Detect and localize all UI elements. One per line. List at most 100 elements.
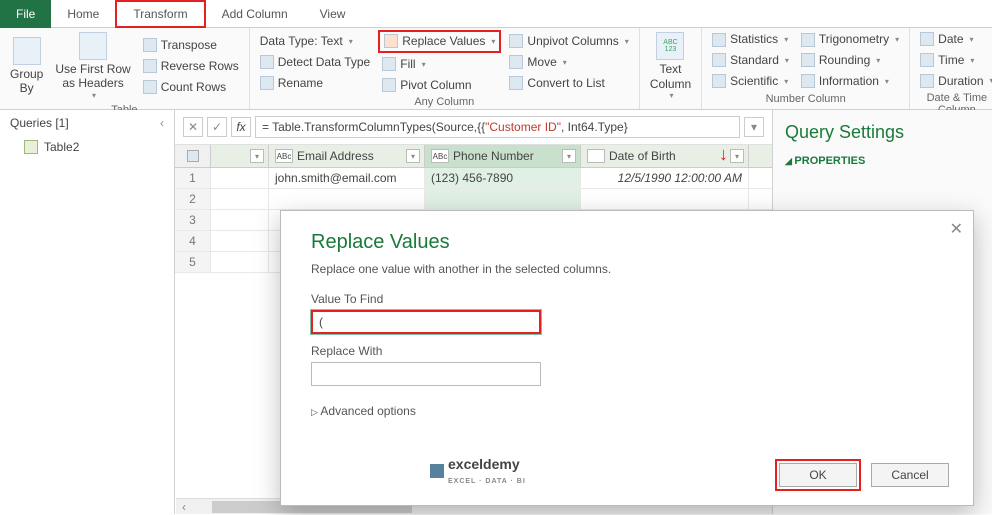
- properties-section[interactable]: PROPERTIES: [785, 155, 980, 167]
- column-header-dob[interactable]: Date of Birth▾: [581, 145, 749, 167]
- cell-dob: 12/5/1990 12:00:00 AM: [581, 168, 749, 188]
- col-dropdown-icon[interactable]: ▾: [250, 149, 264, 163]
- group-by-button[interactable]: Group By: [6, 35, 47, 98]
- tab-file[interactable]: File: [0, 0, 51, 28]
- column-header-email[interactable]: ABcEmail Address▾: [269, 145, 425, 167]
- tab-transform[interactable]: Transform: [115, 0, 205, 28]
- cell-email: john.smith@email.com: [269, 168, 425, 188]
- dialog-close-button[interactable]: ✕: [950, 219, 963, 239]
- group-label-anycol: Any Column: [256, 94, 633, 110]
- transpose-button[interactable]: Transpose: [139, 36, 243, 55]
- move-button[interactable]: Move: [505, 53, 632, 72]
- pivot-button[interactable]: Pivot Column: [378, 76, 501, 95]
- formula-bar: ✕ ✓ fx = Table.TransformColumnTypes(Sour…: [175, 110, 772, 145]
- standard-icon: [712, 53, 726, 67]
- scientific-button[interactable]: Scientific: [708, 72, 793, 91]
- cancel-button[interactable]: Cancel: [871, 463, 949, 487]
- watermark: exceldemyEXCEL · DATA · BI: [430, 456, 526, 486]
- table-row[interactable]: 1 john.smith@email.com (123) 456-7890 12…: [175, 168, 772, 189]
- rename-icon: [260, 76, 274, 90]
- advanced-options-toggle[interactable]: Advanced options: [311, 404, 943, 418]
- count-rows-button[interactable]: Count Rows: [139, 78, 243, 97]
- list-icon: [509, 76, 523, 90]
- fill-button[interactable]: Fill: [378, 55, 501, 74]
- type-text-icon[interactable]: ABc: [275, 149, 293, 163]
- duration-icon: [920, 74, 934, 88]
- text-column-button[interactable]: ABC 123Text Column: [646, 30, 695, 102]
- table-icon: [24, 140, 38, 154]
- cancel-fx-button[interactable]: ✕: [183, 117, 203, 137]
- headers-icon: [79, 32, 107, 60]
- grid-corner[interactable]: [175, 145, 211, 167]
- tab-view[interactable]: View: [304, 0, 362, 28]
- find-label: Value To Find: [311, 292, 943, 306]
- column-header-blank[interactable]: ▾: [211, 145, 269, 167]
- scroll-left-icon[interactable]: ‹: [176, 499, 192, 515]
- tab-add-column[interactable]: Add Column: [206, 0, 304, 28]
- panel-title: Query Settings: [785, 122, 980, 143]
- replace-with-input[interactable]: [311, 362, 541, 386]
- dialog-description: Replace one value with another in the se…: [311, 262, 943, 276]
- tab-home[interactable]: Home: [51, 0, 115, 28]
- fx-button[interactable]: fx: [231, 117, 251, 137]
- fill-icon: [382, 57, 396, 71]
- standard-button[interactable]: Standard: [708, 51, 793, 70]
- pivot-icon: [382, 78, 396, 92]
- info-button[interactable]: Information: [797, 72, 903, 91]
- replace-values-button[interactable]: Replace Values: [378, 30, 501, 53]
- transpose-icon: [143, 38, 157, 52]
- statistics-button[interactable]: Statistics: [708, 30, 793, 49]
- group-label-number: Number Column: [708, 91, 903, 107]
- row-number: 1: [175, 168, 211, 188]
- group-label-text: [646, 103, 695, 107]
- duration-button[interactable]: Duration: [916, 72, 992, 91]
- col-dropdown-icon[interactable]: ▾: [406, 149, 420, 163]
- round-icon: [801, 53, 815, 67]
- move-icon: [509, 55, 523, 69]
- use-first-row-button[interactable]: Use First Row as Headers: [51, 30, 134, 102]
- ribbon: Group By Use First Row as Headers Transp…: [0, 28, 992, 110]
- group-by-icon: [13, 37, 41, 65]
- ok-button[interactable]: OK: [779, 463, 857, 487]
- time-icon: [920, 53, 934, 67]
- collapse-icon[interactable]: ‹: [160, 116, 164, 130]
- replace-values-dialog: ✕ Replace Values Replace one value with …: [280, 210, 974, 506]
- type-datetime-icon[interactable]: [587, 149, 605, 163]
- dialog-title: Replace Values: [311, 231, 943, 254]
- count-icon: [143, 80, 157, 94]
- queries-sidebar: Queries [1]‹ Table2: [0, 110, 175, 514]
- table-row[interactable]: 2: [175, 189, 772, 210]
- sci-icon: [712, 74, 726, 88]
- rename-button[interactable]: Rename: [256, 74, 375, 93]
- col-dropdown-icon[interactable]: ▾: [730, 149, 744, 163]
- query-item-table2[interactable]: Table2: [0, 136, 174, 158]
- stats-icon: [712, 33, 726, 47]
- table-menu-icon: [187, 150, 199, 162]
- formula-expand-button[interactable]: ▾: [744, 117, 764, 137]
- ribbon-tabs: File Home Transform Add Column View: [0, 0, 992, 28]
- info-icon: [801, 74, 815, 88]
- detect-type-button[interactable]: Detect Data Type: [256, 53, 375, 72]
- accept-fx-button[interactable]: ✓: [207, 117, 227, 137]
- text-column-icon: ABC 123: [656, 32, 684, 60]
- replace-label: Replace With: [311, 344, 943, 358]
- replace-icon: [384, 34, 398, 48]
- formula-input[interactable]: = Table.TransformColumnTypes(Source,{{"C…: [255, 116, 740, 138]
- reverse-icon: [143, 59, 157, 73]
- col-dropdown-icon[interactable]: ▾: [562, 149, 576, 163]
- convert-list-button[interactable]: Convert to List: [505, 74, 632, 93]
- unpivot-button[interactable]: Unpivot Columns: [505, 32, 632, 51]
- trig-icon: [801, 33, 815, 47]
- watermark-icon: [430, 464, 444, 478]
- column-header-phone[interactable]: ABcPhone Number▾: [425, 145, 581, 167]
- detect-icon: [260, 55, 274, 69]
- date-button[interactable]: Date: [916, 30, 992, 49]
- value-to-find-input[interactable]: [311, 310, 541, 334]
- time-button[interactable]: Time: [916, 51, 992, 70]
- type-text-icon[interactable]: ABc: [431, 149, 449, 163]
- data-type-button[interactable]: Data Type: Text: [256, 32, 375, 51]
- reverse-rows-button[interactable]: Reverse Rows: [139, 57, 243, 76]
- trig-button[interactable]: Trigonometry: [797, 30, 903, 49]
- rounding-button[interactable]: Rounding: [797, 51, 903, 70]
- unpivot-icon: [509, 34, 523, 48]
